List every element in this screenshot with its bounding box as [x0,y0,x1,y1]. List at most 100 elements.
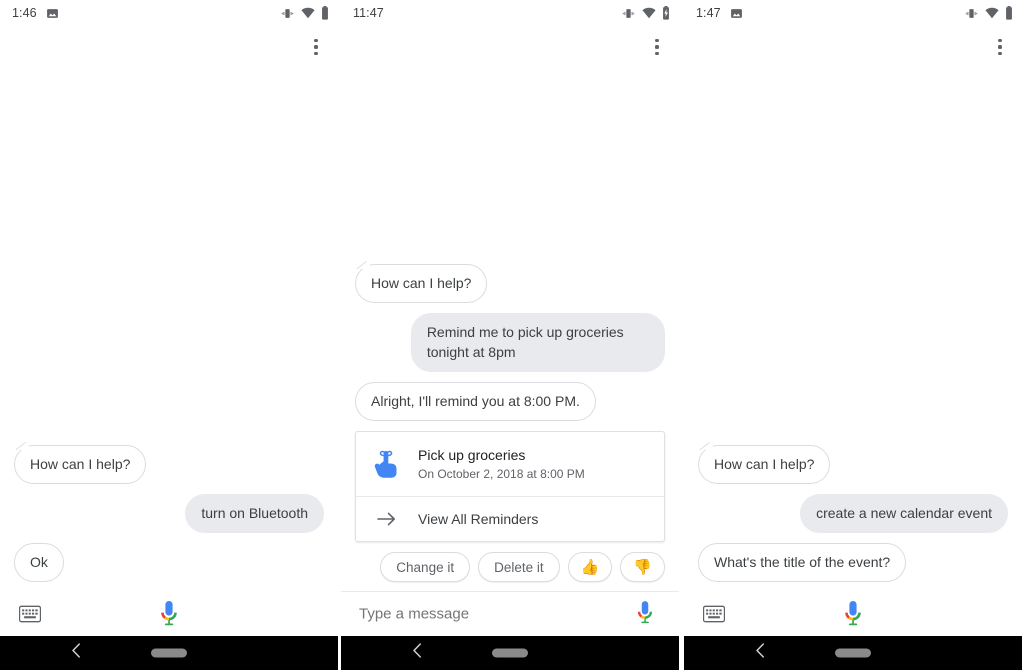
phone-screen-left: 1:46 How can I help? turn on Bluetooth O… [0,0,338,670]
overflow-menu-button[interactable] [644,34,670,60]
assistant-bubble-text: What's the title of the event? [714,554,891,570]
overflow-dot [998,45,1002,49]
assistant-bubble: What's the title of the event? [698,543,907,582]
overflow-dot [655,45,659,49]
overflow-dot [998,51,1002,55]
assistant-bubble-text: How can I help? [30,456,131,472]
status-bar: 11:47 [341,0,679,26]
status-bar: 1:47 [684,0,1022,26]
android-nav-bar [684,636,1022,670]
battery-charging-icon [663,6,669,20]
battery-icon [322,6,328,20]
voice-input-bar [0,592,338,636]
assistant-bubble: How can I help? [698,445,831,484]
overflow-menu-button[interactable] [987,34,1013,60]
status-notification-icons [730,7,743,20]
wifi-icon [642,7,656,19]
voice-input-bar [684,592,1022,636]
bubble-tail-icon [698,438,714,450]
reminder-subtitle: On October 2, 2018 at 8:00 PM [418,467,585,481]
phone-screen-right: 1:47 How can I help? create a new calend… [684,0,1022,670]
overflow-menu-button[interactable] [303,34,329,60]
keyboard-icon[interactable] [18,605,42,623]
reminder-card-main: Pick up groceries On October 2, 2018 at … [356,432,664,496]
message-row: What's the title of the event? [698,543,1008,582]
overflow-dot [655,51,659,55]
phone-screen-middle: 11:47 How can I help? Remind me to pick … [341,0,679,670]
status-time: 1:46 [12,6,37,20]
text-input-bar [341,591,679,636]
status-time: 11:47 [353,6,384,20]
assistant-bubble-text: How can I help? [371,275,472,291]
chip-thumbs-down[interactable]: 👎 [620,552,665,582]
assistant-bubble: How can I help? [14,445,147,484]
google-mic-icon[interactable] [635,600,657,628]
message-row: Ok [14,543,324,582]
status-time: 1:47 [696,6,721,20]
three-phone-screenshots: 1:46 How can I help? turn on Bluetooth O… [0,0,1022,670]
assistant-bubble: Alright, I'll remind you at 8:00 PM. [355,382,596,421]
assistant-bubble: How can I help? [355,264,488,303]
user-bubble: Remind me to pick up groceries tonight a… [410,313,665,372]
overflow-dot [655,39,659,43]
assistant-bubble: Ok [14,543,64,582]
message-row: How can I help? [14,445,324,484]
home-pill-icon[interactable] [835,648,871,658]
vibrate-icon [281,8,294,18]
message-row: turn on Bluetooth [14,494,324,533]
status-notification-icons [46,7,59,20]
message-input[interactable] [357,604,611,624]
home-pill-icon[interactable] [492,648,528,658]
google-mic-icon[interactable] [842,600,864,628]
suggestion-chips: Change it Delete it 👍 👎 [355,552,665,582]
back-chevron-icon[interactable] [411,643,424,664]
reminder-card-text: Pick up groceries On October 2, 2018 at … [418,446,585,482]
message-row: How can I help? [698,445,1008,484]
message-row: How can I help? [355,264,665,303]
status-system-icons [280,6,329,20]
overflow-dot [314,39,318,43]
message-row: Alright, I'll remind you at 8:00 PM. [355,382,665,421]
status-system-icons [964,6,1013,20]
reminder-hand-icon [372,448,402,480]
message-row: create a new calendar event [698,494,1008,533]
keyboard-icon[interactable] [702,605,726,623]
home-pill-icon[interactable] [151,648,187,658]
overflow-dot [314,51,318,55]
chip-thumbs-up[interactable]: 👍 [567,552,613,582]
overflow-dot [998,39,1002,43]
conversation-left: How can I help? turn on Bluetooth Ok [0,60,338,592]
status-bar: 1:46 [0,0,338,26]
reminder-title: Pick up groceries [418,447,526,463]
wifi-icon [985,7,999,19]
assistant-bubble-text: How can I help? [714,456,815,472]
assistant-bubble-text: Alright, I'll remind you at 8:00 PM. [371,393,580,409]
bubble-tail-icon [14,438,30,450]
user-bubble: create a new calendar event [800,494,1008,533]
view-all-reminders-action[interactable]: View All Reminders [356,497,664,541]
back-chevron-icon[interactable] [754,643,767,664]
image-icon [730,8,742,18]
assistant-bubble-text: Ok [30,554,48,570]
status-system-icons [621,6,670,20]
view-all-reminders-label: View All Reminders [418,511,539,527]
google-mic-icon[interactable] [158,600,180,628]
battery-icon [1006,6,1012,20]
vibrate-icon [622,8,635,18]
overflow-dot [314,45,318,49]
chip-delete-it[interactable]: Delete it [478,552,560,582]
bubble-tail-icon [355,257,371,269]
chip-change-it[interactable]: Change it [380,552,471,582]
vibrate-icon [965,8,978,18]
arrow-right-icon [372,511,402,527]
wifi-icon [301,7,315,19]
user-bubble: turn on Bluetooth [185,494,324,533]
back-chevron-icon[interactable] [70,643,83,664]
message-row: Remind me to pick up groceries tonight a… [355,313,665,372]
android-nav-bar [341,636,679,670]
conversation-middle: How can I help? Remind me to pick up gro… [341,60,679,586]
android-nav-bar [0,636,338,670]
reminder-card[interactable]: Pick up groceries On October 2, 2018 at … [355,431,665,542]
conversation-right: How can I help? create a new calendar ev… [684,60,1022,592]
image-icon [46,8,58,18]
